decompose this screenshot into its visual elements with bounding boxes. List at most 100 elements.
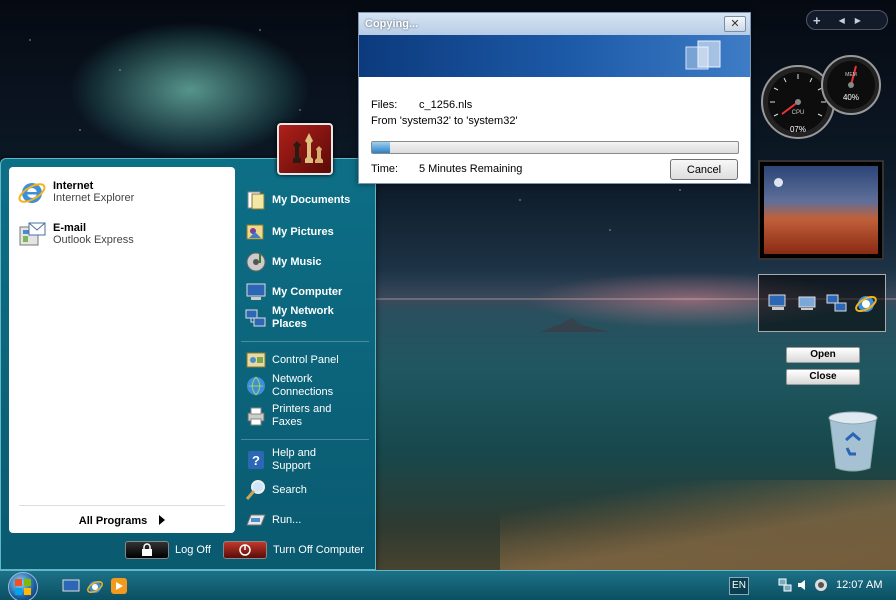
- log-off-button[interactable]: Log Off: [125, 541, 211, 559]
- start-button[interactable]: [8, 572, 38, 600]
- menu-item-my-network-places[interactable]: My Network Places: [245, 305, 352, 331]
- menu-item-my-music[interactable]: My Music: [245, 251, 322, 273]
- next-button[interactable]: ▶: [855, 16, 861, 25]
- control-panel-icon: [246, 352, 266, 368]
- dialog-close-button[interactable]: ✕: [724, 16, 746, 32]
- my-pictures-icon: [246, 224, 264, 240]
- menu-item-label: Network Connections: [272, 373, 334, 398]
- add-gadget-button[interactable]: +: [813, 13, 821, 28]
- menu-item-my-computer[interactable]: My Computer: [245, 281, 342, 303]
- mem-percent: 40%: [843, 93, 859, 102]
- dialog-banner: [359, 35, 750, 77]
- lock-icon: [125, 541, 169, 559]
- pinned-item-internet[interactable]: Internet Internet Explorer: [17, 177, 134, 207]
- chess-pieces-icon: [293, 133, 323, 163]
- menu-item-label: My Documents: [272, 193, 351, 206]
- wallpaper-beach: [500, 480, 896, 570]
- arrow-right-icon: [159, 515, 166, 525]
- menu-item-my-pictures[interactable]: My Pictures: [245, 221, 334, 243]
- volume-tray-icon[interactable]: [796, 578, 810, 592]
- slideshow-gadget[interactable]: [758, 160, 884, 260]
- cancel-button[interactable]: Cancel: [670, 159, 738, 180]
- moon: [774, 178, 783, 187]
- menu-item-run[interactable]: Run...: [245, 509, 301, 531]
- computer-icon[interactable]: [766, 291, 790, 315]
- user-avatar[interactable]: [277, 123, 333, 175]
- files-label: Files:: [371, 99, 398, 111]
- pinned-item-email[interactable]: E-mail Outlook Express: [17, 219, 134, 249]
- menu-item-label: My Pictures: [272, 225, 334, 238]
- separator: [241, 439, 369, 440]
- run-icon: [246, 514, 266, 526]
- outlook-express-icon: [19, 222, 46, 246]
- power-icon: [223, 541, 267, 559]
- start-menu: Internet Internet Explorer E-mail Outloo…: [0, 158, 376, 570]
- menu-item-label: My Music: [272, 255, 322, 268]
- menu-item-label: Search: [272, 483, 307, 496]
- menu-item-label: Run...: [272, 513, 302, 526]
- menu-item-search[interactable]: Search: [245, 479, 307, 501]
- menu-item-my-documents[interactable]: My Documents: [245, 189, 352, 211]
- copy-progress-fill: [372, 142, 391, 153]
- all-programs-label: All Programs: [78, 515, 148, 527]
- safely-remove-tray-icon[interactable]: [814, 578, 828, 592]
- start-menu-pinned-pane: Internet Internet Explorer E-mail Outloo…: [9, 167, 235, 533]
- wallpaper-mountain: [540, 318, 610, 332]
- printer-icon: [247, 407, 265, 426]
- menu-item-control-panel[interactable]: Control Panel: [245, 349, 339, 371]
- desert-photo: [764, 166, 878, 254]
- copy-progress-bar: [371, 141, 739, 154]
- network-connections-icon: [247, 376, 265, 396]
- launcher-gadget: [758, 274, 886, 332]
- dialog-body: Files: c_1256.nls From 'system32' to 'sys…: [359, 77, 750, 183]
- files-value: c_1256.nls: [419, 99, 473, 111]
- from-to-text: From 'system32' to 'system32': [371, 115, 518, 127]
- time-row: Time: 5 Minutes Remaining: [371, 163, 522, 175]
- my-documents-icon: [247, 191, 265, 210]
- all-programs-button[interactable]: All Programs: [19, 505, 225, 527]
- show-desktop-icon[interactable]: [62, 577, 80, 595]
- cpu-label: CPU: [792, 110, 805, 116]
- menu-item-label: My Computer: [272, 285, 343, 298]
- network-tray-icon[interactable]: [778, 578, 792, 592]
- internet-explorer-icon[interactable]: [86, 577, 104, 595]
- language-indicator[interactable]: EN: [729, 577, 749, 595]
- menu-item-label: Help and Support: [272, 447, 317, 472]
- taskbar: EN 12:07 AM: [0, 570, 896, 600]
- separator: [241, 341, 369, 342]
- clock[interactable]: 12:07 AM: [836, 579, 882, 591]
- log-off-label: Log Off: [175, 544, 211, 556]
- network-icon[interactable]: [795, 291, 819, 315]
- menu-item-network-connections[interactable]: Network Connections: [245, 373, 352, 399]
- pinned-item-subtitle: Internet Explorer: [53, 192, 135, 204]
- copy-dialog: Copying... ✕ Files: c_1256.nls From 'syst…: [358, 12, 751, 184]
- time-value: 5 Minutes Remaining: [419, 163, 523, 175]
- menu-item-label: Control Panel: [272, 353, 339, 366]
- menu-item-printers-faxes[interactable]: Printers and Faxes: [245, 403, 352, 429]
- recycle-bin-icon[interactable]: [826, 410, 880, 474]
- sidebar-control-bar: + ◀ ▶: [806, 10, 888, 30]
- cpu-percent: 07%: [790, 125, 806, 134]
- internet-explorer-icon[interactable]: [854, 291, 878, 315]
- previous-button[interactable]: ◀: [839, 16, 845, 25]
- turn-off-button[interactable]: Turn Off Computer: [223, 541, 364, 559]
- files-row: Files: c_1256.nls: [371, 99, 472, 111]
- pinned-item-title: E-mail: [53, 222, 87, 234]
- dialog-title: Copying...: [359, 13, 750, 35]
- network-places-icon[interactable]: [825, 291, 849, 315]
- menu-item-label: My Network Places: [272, 305, 334, 330]
- copy-files-icon: [685, 40, 721, 70]
- menu-item-label: Printers and Faxes: [272, 403, 332, 428]
- windows-logo-icon: [15, 579, 31, 595]
- my-computer-icon: [246, 283, 266, 300]
- search-icon: [245, 480, 265, 500]
- open-button[interactable]: Open: [786, 347, 860, 363]
- pinned-item-subtitle: Outlook Express: [53, 234, 134, 246]
- close-button[interactable]: Close: [786, 369, 860, 385]
- internet-explorer-icon: [18, 183, 46, 203]
- media-player-icon[interactable]: [110, 577, 128, 595]
- my-music-icon: [246, 252, 266, 272]
- menu-item-help-support[interactable]: ? Help and Support: [245, 447, 352, 473]
- help-icon: ?: [248, 451, 264, 469]
- svg-text:?: ?: [252, 453, 260, 468]
